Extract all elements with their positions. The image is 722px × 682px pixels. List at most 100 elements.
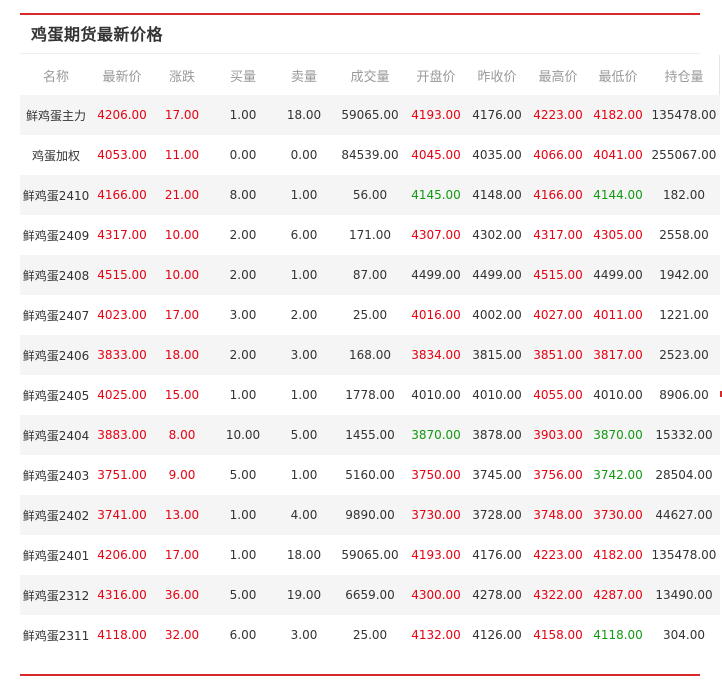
column-header-last-price: 最新价 <box>102 69 142 85</box>
cell-open-interest: 255067.00 <box>648 135 720 175</box>
column-header-name: 名称 <box>42 69 69 85</box>
cell-last-price: 4053.00 <box>92 135 152 175</box>
cell-contract-name[interactable]: 鲜鸡蛋2312 <box>20 575 92 615</box>
column-header-low-price: 最低价 <box>598 69 638 85</box>
cell-prev-close: 4176.00 <box>466 95 528 135</box>
cell-trade-volume: 25.00 <box>334 615 406 655</box>
cell-low-price: 4182.00 <box>588 95 648 135</box>
cell-contract-name[interactable]: 鸡蛋加权 <box>20 135 92 175</box>
cell-open-price: 4300.00 <box>406 575 466 615</box>
cell-ask-volume: 1.00 <box>274 375 334 415</box>
cell-contract-name[interactable]: 鲜鸡蛋2410 <box>20 175 92 215</box>
table-row: 鲜鸡蛋2402 3741.00 13.00 1.00 4.00 9890.00 3730.0… <box>20 495 720 535</box>
table-row: 鲜鸡蛋2407 4023.00 17.00 3.00 2.00 25.00 4016.00 4… <box>20 295 720 335</box>
cell-contract-name[interactable]: 鲜鸡蛋2311 <box>20 615 92 655</box>
cell-change: 8.00 <box>152 415 212 455</box>
cell-prev-close: 4035.00 <box>466 135 528 175</box>
cell-ask-volume: 1.00 <box>274 255 334 295</box>
cell-bid-volume: 2.00 <box>212 255 274 295</box>
column-header-ask-volume: 卖量 <box>290 69 317 85</box>
cell-ask-volume: 1.00 <box>274 455 334 495</box>
cell-contract-name[interactable]: 鲜鸡蛋2403 <box>20 455 92 495</box>
cell-prev-close: 4002.00 <box>466 295 528 335</box>
cell-contract-name[interactable]: 鲜鸡蛋2407 <box>20 295 92 335</box>
cell-last-price: 4206.00 <box>92 535 152 575</box>
cell-open-interest: 1942.00 <box>648 255 720 295</box>
cell-bid-volume: 2.00 <box>212 215 274 255</box>
cell-prev-close: 3728.00 <box>466 495 528 535</box>
cell-ask-volume: 1.00 <box>274 175 334 215</box>
cell-contract-name[interactable]: 鲜鸡蛋2401 <box>20 535 92 575</box>
top-accent-rule <box>20 13 700 15</box>
cell-ask-volume: 3.00 <box>274 615 334 655</box>
cell-ask-volume: 4.00 <box>274 495 334 535</box>
cell-bid-volume: 1.00 <box>212 95 274 135</box>
cell-contract-name[interactable]: 鲜鸡蛋2402 <box>20 495 92 535</box>
cell-change: 11.00 <box>152 135 212 175</box>
cell-last-price: 4316.00 <box>92 575 152 615</box>
cell-prev-close: 3878.00 <box>466 415 528 455</box>
cell-open-price: 4045.00 <box>406 135 466 175</box>
cell-low-price: 4118.00 <box>588 615 648 655</box>
cell-last-price: 3833.00 <box>92 335 152 375</box>
cell-change: 10.00 <box>152 215 212 255</box>
cell-contract-name[interactable]: 鲜鸡蛋2408 <box>20 255 92 295</box>
cell-low-price: 3870.00 <box>588 415 648 455</box>
cell-open-interest: 2558.00 <box>648 215 720 255</box>
cell-change: 21.00 <box>152 175 212 215</box>
cell-last-price: 4515.00 <box>92 255 152 295</box>
cell-low-price: 3742.00 <box>588 455 648 495</box>
cell-trade-volume: 87.00 <box>334 255 406 295</box>
cell-change: 17.00 <box>152 295 212 335</box>
table-row: 鲜鸡蛋2404 3883.00 8.00 10.00 5.00 1455.00 3870.0… <box>20 415 720 455</box>
cell-open-price: 4307.00 <box>406 215 466 255</box>
table-row: 鲜鸡蛋2405 4025.00 15.00 1.00 1.00 1778.00 4010.0… <box>20 375 720 415</box>
cell-high-price: 4158.00 <box>528 615 588 655</box>
cell-change: 36.00 <box>152 575 212 615</box>
cell-last-price: 4166.00 <box>92 175 152 215</box>
cell-open-price: 4499.00 <box>406 255 466 295</box>
cell-high-price: 4317.00 <box>528 215 588 255</box>
cell-trade-volume: 5160.00 <box>334 455 406 495</box>
cell-ask-volume: 18.00 <box>274 535 334 575</box>
cell-prev-close: 4126.00 <box>466 615 528 655</box>
cell-open-price: 4193.00 <box>406 95 466 135</box>
cell-change: 18.00 <box>152 335 212 375</box>
table-row: 鲜鸡蛋2406 3833.00 18.00 2.00 3.00 168.00 3834.00… <box>20 335 720 375</box>
cell-contract-name[interactable]: 鲜鸡蛋2404 <box>20 415 92 455</box>
cell-contract-name[interactable]: 鲜鸡蛋2406 <box>20 335 92 375</box>
cell-open-price: 3730.00 <box>406 495 466 535</box>
cell-change: 10.00 <box>152 255 212 295</box>
cell-low-price: 4305.00 <box>588 215 648 255</box>
cell-trade-volume: 6659.00 <box>334 575 406 615</box>
column-header-open-interest: 持仓量 <box>664 69 704 85</box>
cell-high-price: 4055.00 <box>528 375 588 415</box>
column-header-prev-close: 昨收价 <box>477 69 517 85</box>
cell-trade-volume: 25.00 <box>334 295 406 335</box>
cell-open-interest: 135478.00 <box>648 95 720 135</box>
cell-bid-volume: 8.00 <box>212 175 274 215</box>
cell-high-price: 4223.00 <box>528 95 588 135</box>
cell-trade-volume: 59065.00 <box>334 95 406 135</box>
cell-low-price: 4144.00 <box>588 175 648 215</box>
cell-trade-volume: 9890.00 <box>334 495 406 535</box>
cell-low-price: 3730.00 <box>588 495 648 535</box>
cell-bid-volume: 6.00 <box>212 615 274 655</box>
cell-open-price: 3870.00 <box>406 415 466 455</box>
cell-trade-volume: 171.00 <box>334 215 406 255</box>
cell-contract-name[interactable]: 鲜鸡蛋主力 <box>20 95 92 135</box>
cell-open-interest: 15332.00 <box>648 415 720 455</box>
cell-change: 13.00 <box>152 495 212 535</box>
cell-last-price: 4206.00 <box>92 95 152 135</box>
cell-open-interest: 44627.00 <box>648 495 720 535</box>
table-row: 鲜鸡蛋2312 4316.00 36.00 5.00 19.00 6659.00 4300.… <box>20 575 720 615</box>
cell-high-price: 4027.00 <box>528 295 588 335</box>
cell-open-interest: 8906.00 <box>648 375 720 415</box>
column-header-trade-volume: 成交量 <box>350 69 390 85</box>
cell-contract-name[interactable]: 鲜鸡蛋2409 <box>20 215 92 255</box>
cell-ask-volume: 3.00 <box>274 335 334 375</box>
cell-change: 17.00 <box>152 95 212 135</box>
cell-ask-volume: 6.00 <box>274 215 334 255</box>
cell-prev-close: 4302.00 <box>466 215 528 255</box>
cell-contract-name[interactable]: 鲜鸡蛋2405 <box>20 375 92 415</box>
